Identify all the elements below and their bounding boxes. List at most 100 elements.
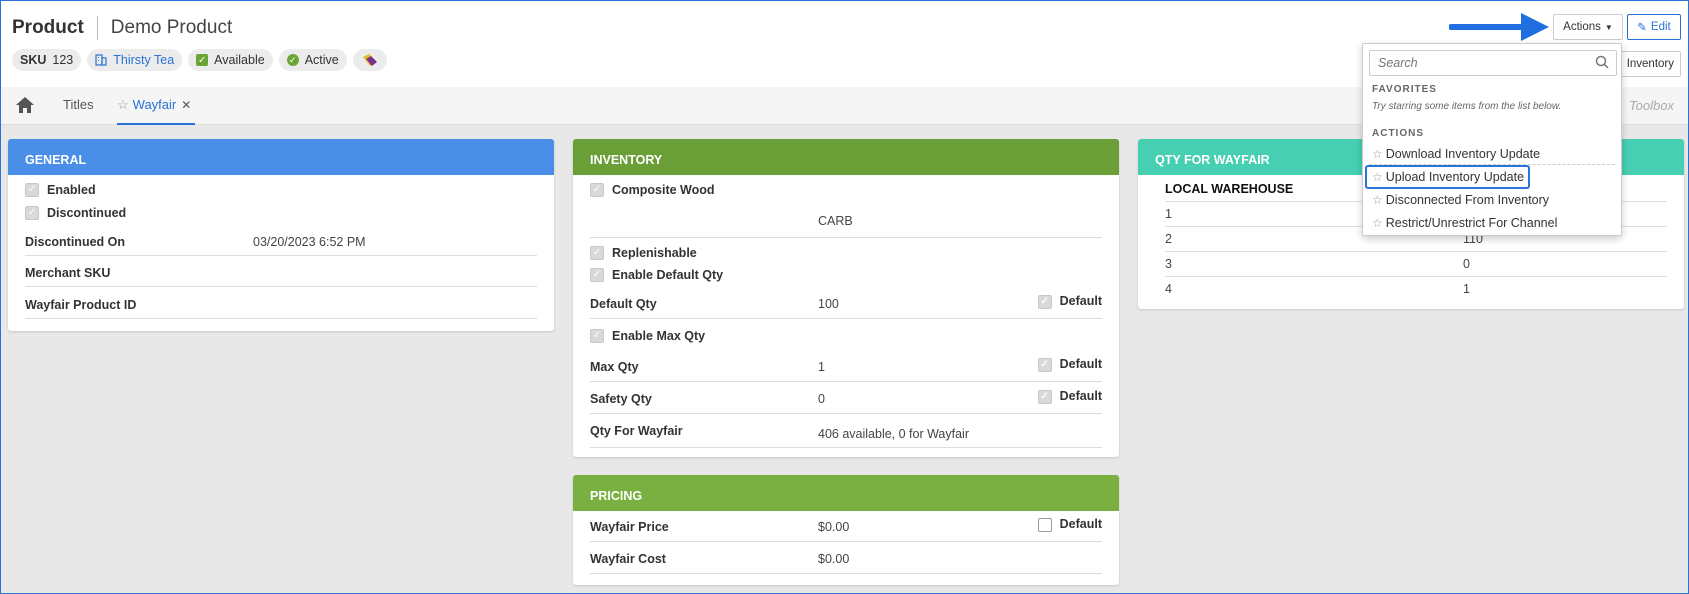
merchant-sku-row: Merchant SKU — [25, 266, 537, 287]
warehouse-cell: 3 — [1165, 257, 1172, 271]
general-card: GENERAL ✓ Enabled ✓ Discontinued Discont… — [8, 139, 554, 331]
title-row: Product Demo Product — [12, 16, 232, 40]
wayfair-product-id-label: Wayfair Product ID — [25, 298, 137, 312]
menu-item-download-inventory[interactable]: ☆ Download Inventory Update — [1372, 147, 1540, 161]
toolbox-link[interactable]: Toolbox — [1629, 98, 1674, 113]
app-frame: Product Demo Product SKU 123 Thirsty Tea… — [0, 0, 1689, 594]
default-qty-label: Default Qty — [590, 297, 657, 311]
sku-label: SKU — [20, 53, 47, 67]
tab-titles[interactable]: Titles — [63, 97, 94, 112]
menu-item-label: Restrict/Unrestrict For Channel — [1385, 216, 1558, 230]
tab-wayfair[interactable]: ☆ Wayfair ✕ — [117, 97, 191, 113]
circle-check-icon: ✓ — [286, 54, 299, 66]
safety-qty-row: Safety Qty 0 ✓ Default — [590, 389, 1102, 414]
warehouse-cell: 4 — [1165, 282, 1172, 296]
star-outline-icon[interactable]: ☆ — [1372, 193, 1383, 207]
favorites-hint: Try starring some items from the list be… — [1372, 101, 1562, 112]
enabled-row: ✓ Enabled — [25, 183, 537, 201]
wayfair-cost-value: $0.00 — [818, 552, 850, 566]
qty-cell: 0 — [1463, 257, 1470, 271]
enabled-checkbox[interactable]: ✓ — [25, 183, 39, 197]
actions-button[interactable]: Actions ▼ — [1553, 14, 1623, 40]
brand-badge[interactable]: Thirsty Tea — [87, 49, 183, 71]
replenishable-label: Replenishable — [612, 246, 697, 260]
caret-down-icon: ▼ — [1604, 22, 1613, 32]
default-qty-default: ✓ Default — [1037, 294, 1102, 309]
max-qty-default: ✓ Default — [1037, 357, 1102, 372]
enable-default-qty-checkbox[interactable]: ✓ — [590, 268, 604, 282]
default-qty-default-checkbox[interactable]: ✓ — [1037, 294, 1052, 309]
favorites-heading: FAVORITES — [1372, 84, 1437, 95]
price-default: Default — [1037, 517, 1102, 532]
merchant-sku-label: Merchant SKU — [25, 266, 111, 280]
enable-max-qty-checkbox[interactable]: ✓ — [590, 329, 604, 343]
tags-icon — [362, 54, 377, 66]
carb-row: CARB — [590, 214, 1102, 238]
tag-badge[interactable] — [352, 49, 387, 71]
default-qty-default-label: Default — [1059, 294, 1102, 308]
discontinued-on-label: Discontinued On — [25, 235, 125, 249]
replenishable-checkbox[interactable]: ✓ — [590, 246, 604, 260]
max-qty-value: 1 — [818, 360, 825, 374]
wayfair-cost-label: Wayfair Cost — [590, 552, 666, 566]
available-badge: ✓ Available — [188, 49, 273, 71]
default-qty-value: 100 — [818, 297, 839, 311]
page-title: Product — [12, 17, 84, 38]
badge-row: SKU 123 Thirsty Tea ✓ Available ✓ Active — [12, 49, 387, 71]
enable-default-qty-row: ✓ Enable Default Qty — [590, 268, 1102, 286]
sku-badge: SKU 123 — [12, 49, 82, 71]
table-row: 4 1 — [1165, 282, 1667, 302]
building-icon — [95, 54, 107, 66]
safety-qty-value: 0 — [818, 392, 825, 406]
qty-for-wayfair-row: Qty For Wayfair 406 available, 0 for Way… — [590, 424, 1102, 448]
max-qty-label: Max Qty — [590, 360, 639, 374]
star-outline-icon[interactable]: ☆ — [117, 97, 129, 112]
sku-value: 123 — [52, 53, 74, 67]
edit-button[interactable]: ✎ Edit — [1627, 14, 1681, 40]
enabled-label: Enabled — [47, 183, 96, 197]
inventory-card: INVENTORY ✓ Composite Wood CARB ✓ Replen… — [573, 139, 1119, 457]
star-outline-icon[interactable]: ☆ — [1372, 216, 1383, 230]
qty-for-wayfair-value: 406 available, 0 for Wayfair — [818, 427, 970, 441]
home-icon[interactable] — [15, 96, 35, 114]
safety-qty-label: Safety Qty — [590, 392, 652, 406]
enable-default-qty-label: Enable Default Qty — [612, 268, 724, 282]
active-tab-indicator — [117, 123, 195, 125]
brand-name: Thirsty Tea — [113, 53, 175, 67]
discontinued-checkbox[interactable]: ✓ — [25, 206, 39, 220]
inventory-card-header: INVENTORY — [573, 139, 1119, 175]
title-divider — [96, 16, 98, 40]
price-default-checkbox[interactable] — [1037, 517, 1052, 532]
pricing-card: PRICING Wayfair Price $0.00 Default Wayf… — [573, 475, 1119, 585]
actions-dropdown: FAVORITES Try starring some items from t… — [1362, 43, 1622, 236]
safety-qty-default-checkbox[interactable]: ✓ — [1037, 389, 1052, 404]
pencil-icon: ✎ — [1637, 22, 1647, 34]
qty-for-wayfair-label: Qty For Wayfair — [590, 424, 683, 438]
discontinued-label: Discontinued — [47, 206, 127, 220]
wayfair-price-value: $0.00 — [818, 520, 850, 534]
warehouse-cell: 1 — [1165, 207, 1172, 221]
menu-item-restrict[interactable]: ☆ Restrict/Unrestrict For Channel — [1372, 216, 1557, 230]
carb-value: CARB — [818, 214, 853, 228]
default-qty-row: Default Qty 100 ✓ Default — [590, 294, 1102, 319]
composite-wood-label: Composite Wood — [612, 183, 715, 197]
price-default-label: Default — [1059, 517, 1102, 531]
product-name: Demo Product — [110, 17, 233, 38]
close-icon[interactable]: ✕ — [181, 98, 191, 112]
dropdown-search-input[interactable] — [1369, 50, 1617, 76]
star-outline-icon[interactable]: ☆ — [1372, 147, 1383, 161]
composite-wood-row: ✓ Composite Wood — [590, 183, 1102, 201]
menu-item-disconnected[interactable]: ☆ Disconnected From Inventory — [1372, 193, 1549, 207]
available-label: Available — [214, 53, 265, 67]
wayfair-price-label: Wayfair Price — [590, 520, 669, 534]
actions-label: Actions — [1563, 21, 1601, 33]
discontinued-on-value: 03/20/2023 6:52 PM — [253, 235, 366, 249]
discontinued-row: ✓ Discontinued — [25, 206, 537, 224]
inventory-button-label: Inventory — [1626, 58, 1674, 70]
highlight-annotation — [1365, 165, 1530, 189]
max-qty-default-label: Default — [1059, 357, 1102, 371]
safety-qty-default-label: Default — [1059, 389, 1102, 403]
max-qty-default-checkbox[interactable]: ✓ — [1037, 357, 1052, 372]
composite-wood-checkbox[interactable]: ✓ — [590, 183, 604, 197]
local-warehouse-header: LOCAL WAREHOUSE — [1165, 182, 1294, 196]
